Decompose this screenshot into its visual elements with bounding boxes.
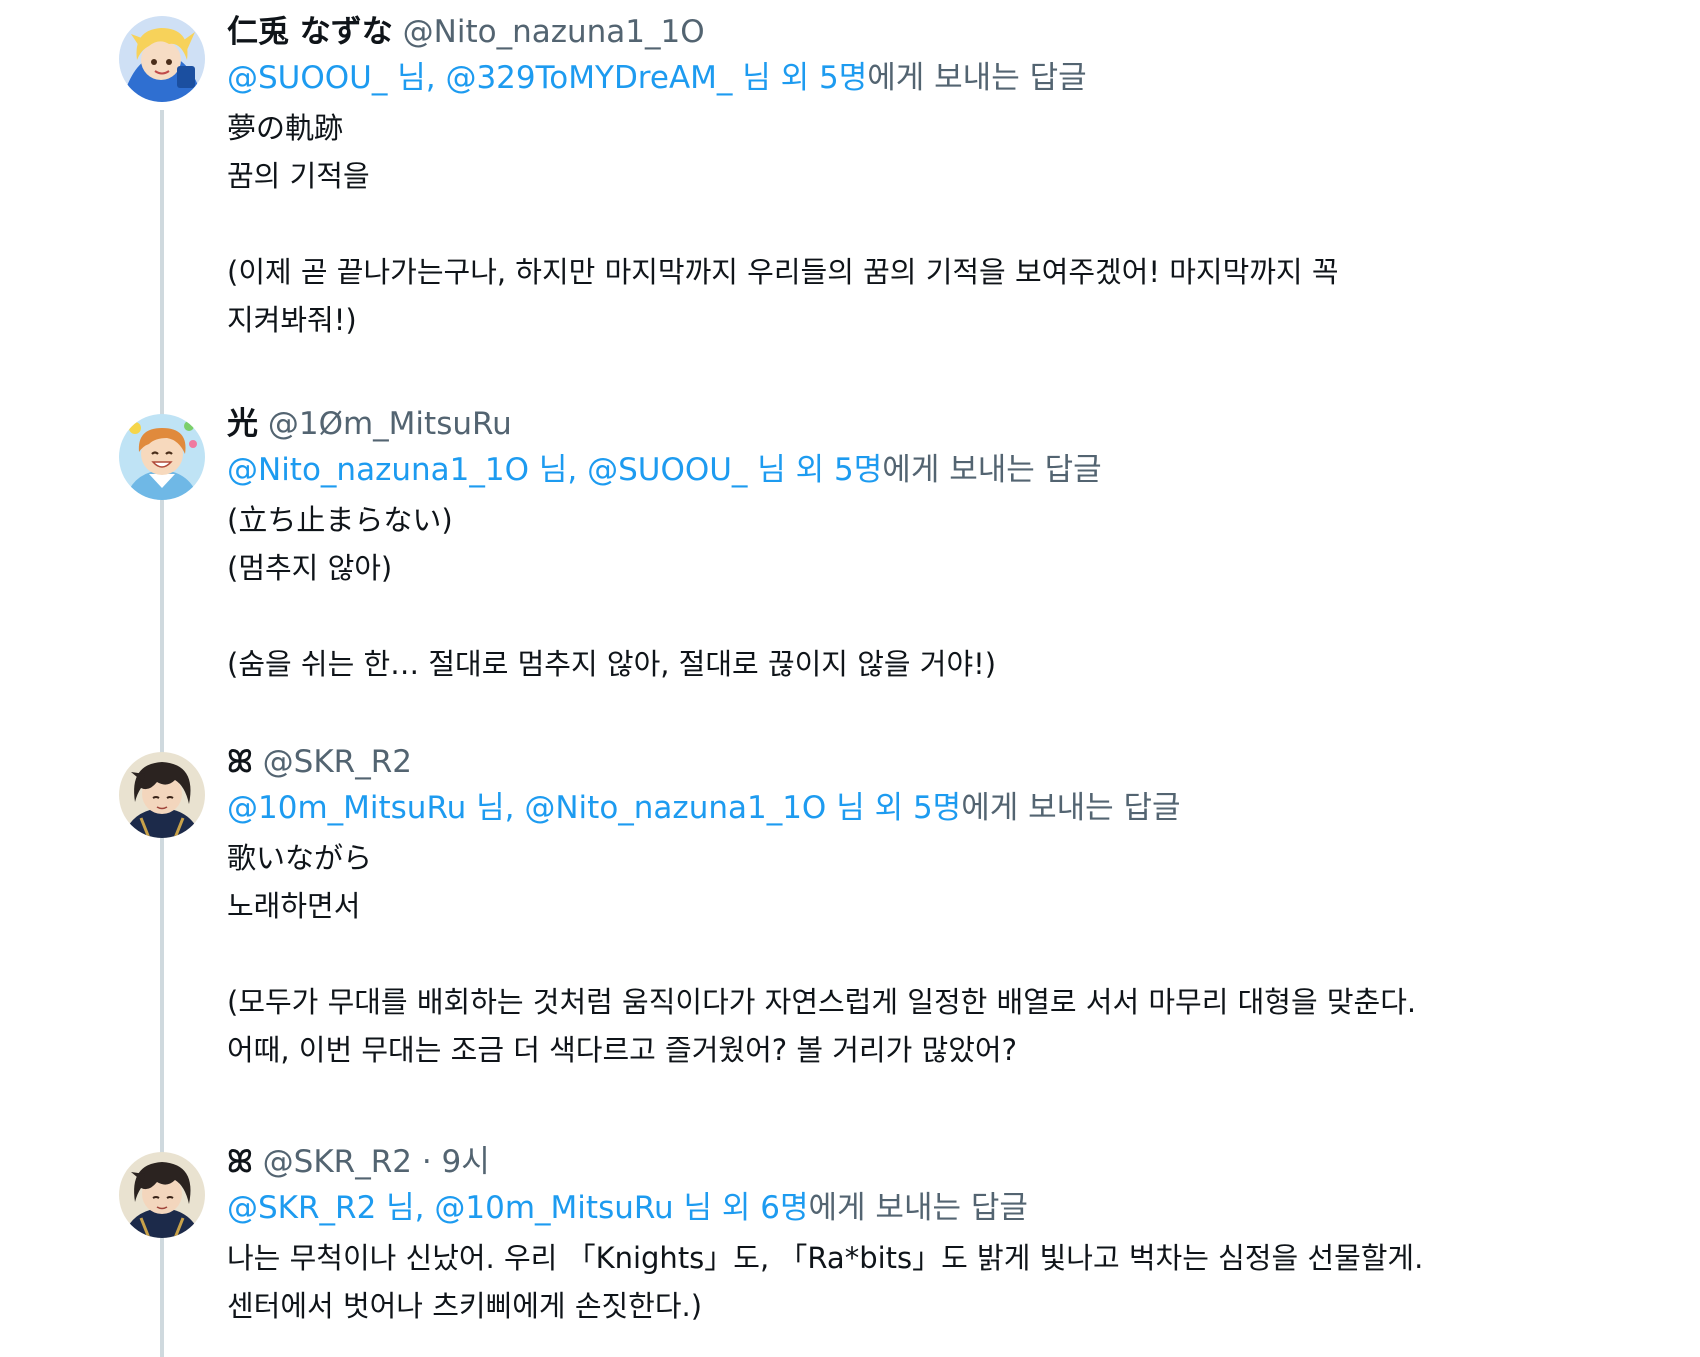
user-handle[interactable]: @SKR_R2 [263, 744, 412, 780]
user-handle[interactable]: @Nito_nazuna1_1O [403, 14, 705, 50]
mention-link[interactable]: @10m_MitsuRu [227, 790, 466, 826]
avatar[interactable] [119, 752, 205, 838]
reply-suffix: 에게 보내는 답글 [867, 60, 1087, 96]
reply-others-link[interactable]: 님 외 6명 [674, 1190, 809, 1226]
tweet-text-line: 歌いながら [227, 841, 373, 875]
tweet-text-line: 꿈의 기적을 [227, 159, 370, 193]
avatar[interactable] [119, 1152, 205, 1238]
avatar[interactable] [119, 414, 205, 500]
user-handle[interactable]: @1Øm_MitsuRu [268, 406, 512, 442]
tweet-text: 歌いながら 노래하면서 (모두가 무대를 배회하는 것처럼 움직이다가 자연스럽… [227, 834, 1667, 1074]
tweet-text: 夢の軌跡 꿈의 기적을 (이제 곧 끝나가는구나, 하지만 마지막까지 우리들의… [227, 104, 1667, 344]
tweet-text-line [227, 930, 1667, 978]
reply-to-line: @SUOOU_ 님, @329ToMYDreAM_ 님 외 5명에게 보내는 답… [227, 56, 1667, 100]
tweet-text-line: 노래하면서 [227, 889, 361, 923]
mention-link[interactable]: @Nito_nazuna1_1O [227, 452, 529, 488]
tweet-text-line [227, 200, 1667, 248]
tweet-text-line: (立ち止まらない) [227, 503, 453, 537]
reply-others-link[interactable]: 님 외 5명 [732, 60, 867, 96]
reply-others-link[interactable]: 님 외 5명 [826, 790, 961, 826]
mention-link[interactable]: @SUOOU_ [227, 60, 387, 96]
tweet-text-line: 夢の軌跡 [227, 111, 344, 145]
tweet-content: ꕤ @SKR_R2 @10m_MitsuRu 님, @Nito_nazuna1_… [227, 740, 1667, 1074]
tweet-content: 仁兎 なずな @Nito_nazuna1_1O @SUOOU_ 님, @329T… [227, 10, 1667, 344]
reply-to-line: @10m_MitsuRu 님, @Nito_nazuna1_1O 님 외 5명에… [227, 786, 1667, 830]
reply-separator: 님, [376, 1190, 435, 1226]
display-name[interactable]: ꕤ [227, 1144, 253, 1180]
dark-hair-character-avatar-icon [119, 1152, 205, 1238]
display-name[interactable]: 仁兎 なずな [227, 14, 393, 50]
mention-link[interactable]: @329ToMYDreAM_ [445, 60, 732, 96]
reply-separator: 님, [387, 60, 446, 96]
tweet-text-line: 센터에서 벗어나 츠키삐에게 손짓한다.) [227, 1289, 703, 1323]
reply-suffix: 에게 보내는 답글 [961, 790, 1181, 826]
dark-hair-character-avatar-icon [119, 752, 205, 838]
tweet-text-line: 나는 무척이나 신났어. 우리 「Knights」도, 「Ra*bits」도 밝… [227, 1241, 1424, 1275]
user-handle[interactable]: @SKR_R2 [263, 1144, 412, 1180]
tweet-header: ꕤ @SKR_R2 [227, 740, 1667, 784]
blonde-character-avatar-icon [119, 16, 205, 102]
tweet-text: 나는 무척이나 신났어. 우리 「Knights」도, 「Ra*bits」도 밝… [227, 1234, 1667, 1330]
display-name[interactable]: ꕤ [227, 744, 253, 780]
tweet-time[interactable]: · 9시 [412, 1144, 490, 1180]
tweet-text-line: (모두가 무대를 배회하는 것처럼 움직이다가 자연스럽게 일정한 배열로 서서… [227, 985, 1417, 1019]
display-name[interactable]: 光 [227, 406, 258, 442]
tweet-text-line: (이제 곧 끝나가는구나, 하지만 마지막까지 우리들의 꿈의 기적을 보여주겠… [227, 255, 1339, 289]
mention-link[interactable]: @SUOOU_ [587, 452, 747, 488]
tweet-text-line: 지켜봐줘!) [227, 303, 357, 337]
reply-suffix: 에게 보내는 답글 [882, 452, 1102, 488]
tweet-text-line: 어때, 이번 무대는 조금 더 색다르고 즐거웠어? 볼 거리가 많았어? [227, 1033, 1017, 1067]
avatar[interactable] [119, 16, 205, 102]
reply-separator: 님, [528, 452, 588, 488]
tweet-text-line: (숨을 쉬는 한… 절대로 멈추지 않아, 절대로 끊이지 않을 거야!) [227, 647, 997, 681]
mention-link[interactable]: @SKR_R2 [227, 1190, 376, 1226]
tweet-header: 仁兎 なずな @Nito_nazuna1_1O [227, 10, 1667, 54]
mention-link[interactable]: @Nito_nazuna1_1O [524, 790, 826, 826]
tweet-text-line: (멈추지 않아) [227, 551, 393, 585]
reply-to-line: @SKR_R2 님, @10m_MitsuRu 님 외 6명에게 보내는 답글 [227, 1186, 1667, 1230]
reply-others-link[interactable]: 님 외 5명 [747, 452, 882, 488]
tweet-content: 光 @1Øm_MitsuRu @Nito_nazuna1_1O 님, @SUOO… [227, 402, 1667, 688]
tweet-header: 光 @1Øm_MitsuRu [227, 402, 1667, 446]
reply-suffix: 에게 보내는 답글 [808, 1190, 1028, 1226]
reply-separator: 님, [466, 790, 525, 826]
tweet-text-line [227, 592, 1667, 640]
reply-to-line: @Nito_nazuna1_1O 님, @SUOOU_ 님 외 5명에게 보내는… [227, 448, 1667, 492]
orange-hair-character-avatar-icon [119, 414, 205, 500]
tweet-text: (立ち止まらない) (멈추지 않아) (숨을 쉬는 한… 절대로 멈추지 않아,… [227, 496, 1667, 688]
mention-link[interactable]: @10m_MitsuRu [434, 1190, 673, 1226]
tweet-header: ꕤ @SKR_R2 · 9시 [227, 1140, 1667, 1184]
tweet-content: ꕤ @SKR_R2 · 9시 @SKR_R2 님, @10m_MitsuRu 님… [227, 1140, 1667, 1330]
